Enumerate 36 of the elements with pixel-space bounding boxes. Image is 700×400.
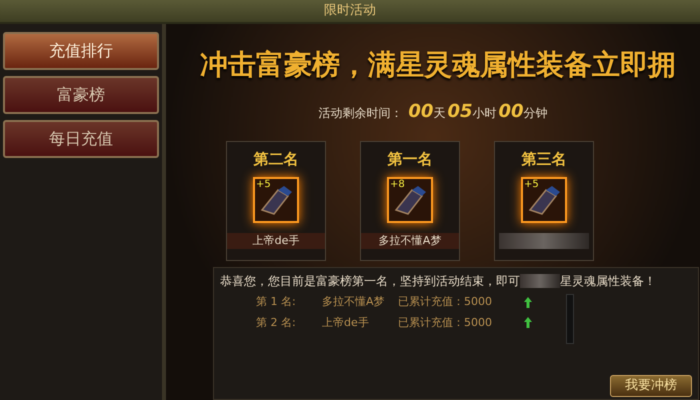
countdown-number: 00 bbox=[498, 100, 524, 124]
player-name: 上帝de手 bbox=[322, 314, 370, 330]
sidebar-tab[interactable]: 充值排行 bbox=[3, 32, 159, 70]
rank-label: 第 1 名: bbox=[256, 294, 297, 310]
climb-ranking-button[interactable]: 我要冲榜 bbox=[610, 375, 692, 397]
sidebar-tab[interactable]: 每日充值 bbox=[3, 120, 159, 158]
countdown-label: 活动剩余时间： bbox=[318, 105, 402, 122]
up-arrow-icon bbox=[524, 317, 532, 328]
item-slot[interactable]: +5 bbox=[253, 176, 299, 222]
enhance-level: +5 bbox=[256, 178, 271, 192]
scrollbar[interactable] bbox=[566, 294, 574, 344]
window-title: 限时活动 bbox=[324, 2, 376, 20]
enhance-level: +8 bbox=[390, 178, 405, 192]
rank-title: 第三名 bbox=[522, 149, 566, 170]
countdown-unit: 小时 bbox=[472, 105, 497, 122]
item-slot[interactable]: +5 bbox=[521, 176, 567, 222]
sidebar-tab[interactable]: 富豪榜 bbox=[3, 76, 159, 114]
congrats-text: 恭喜您，您目前是富豪榜第一名，坚持到活动结束，即可 bbox=[220, 273, 520, 290]
countdown-number: 00 bbox=[408, 100, 434, 124]
enhance-level: +5 bbox=[524, 178, 539, 192]
rank-title: 第二名 bbox=[254, 149, 298, 170]
rank-title: 第一名 bbox=[388, 149, 432, 170]
congrats-text: 星灵魂属性装备！ bbox=[560, 273, 656, 290]
player-name: 上帝de手 bbox=[227, 232, 325, 249]
countdown-unit: 分钟 bbox=[524, 105, 548, 122]
pixelated-block bbox=[520, 274, 560, 288]
recharge-total: 已累计充值：5000 bbox=[398, 294, 493, 310]
countdown-unit: 天 bbox=[433, 105, 446, 122]
banner-headline: 冲击富豪榜，满星灵魂属性装备立即拥 bbox=[200, 47, 676, 83]
item-slot[interactable]: +8 bbox=[387, 176, 433, 222]
rank-label: 第 2 名: bbox=[256, 314, 297, 330]
player-name: 多拉不懂A梦 bbox=[322, 294, 386, 310]
recharge-total: 已累计充值：5000 bbox=[398, 314, 493, 330]
player-name: 多拉不懂A梦 bbox=[361, 232, 459, 249]
up-arrow-icon bbox=[524, 296, 532, 308]
countdown-number: 05 bbox=[447, 100, 473, 124]
